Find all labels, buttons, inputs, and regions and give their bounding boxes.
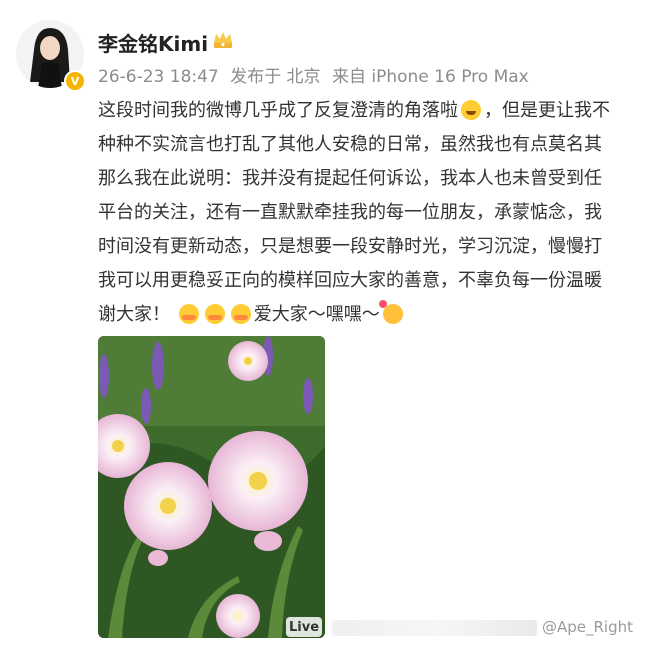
avatar[interactable]: V <box>16 20 86 92</box>
username[interactable]: 李金铭Kimi <box>98 28 208 57</box>
crown-icon[interactable] <box>212 30 234 50</box>
post-device: 来自 iPhone 16 Pro Max <box>331 67 529 87</box>
post-line-6: 我可以用更稳妥正向的模样回应大家的善意，不辜负每一份温暖 <box>98 270 602 291</box>
post-line-1: 这段时间我的微博几乎成了反复澄清的角落啦 ，但是更让我不 <box>98 100 610 121</box>
blurred-area <box>332 620 537 636</box>
post-line-4: 平台的关注，还有一直默默牵挂我的每一位朋友，承蒙惦念，我 <box>98 202 602 223</box>
verified-badge-icon: V <box>64 70 86 92</box>
post-date[interactable]: 26-6-23 18:47 <box>98 67 219 87</box>
post-location: 发布于 北京 <box>230 67 321 87</box>
live-photo-badge[interactable]: Live <box>286 617 322 637</box>
hug-emoji <box>230 304 251 324</box>
post-photo[interactable] <box>98 336 325 638</box>
post-line-5: 时间没有更新动态，只是想要一段安静时光，学习沉淀，慢慢打 <box>98 236 602 257</box>
party-emoji <box>378 300 403 324</box>
post-text: 这段时间我的微博几乎成了反复澄清的角落啦 ，但是更让我不 种种不实流言也打乱了其他… <box>98 94 648 332</box>
post-line-7: 谢大家！ 爱大家～嘿嘿～ <box>98 298 648 332</box>
hug-emoji <box>204 304 225 324</box>
hug-emoji <box>178 304 199 324</box>
post-meta: 26-6-23 18:47 发布于 北京 来自 iPhone 16 Pro Ma… <box>98 62 535 87</box>
laugh-cry-emoji <box>461 100 481 120</box>
post-line-3: 那么我在此说明：我并没有提起任何诉讼，我本人也未曾受到任 <box>98 168 602 189</box>
post-line-2: 种种不实流言也打乱了其他人安稳的日常，虽然我也有点莫名其 <box>98 134 602 155</box>
watermark: @Ape_Right <box>542 618 634 636</box>
